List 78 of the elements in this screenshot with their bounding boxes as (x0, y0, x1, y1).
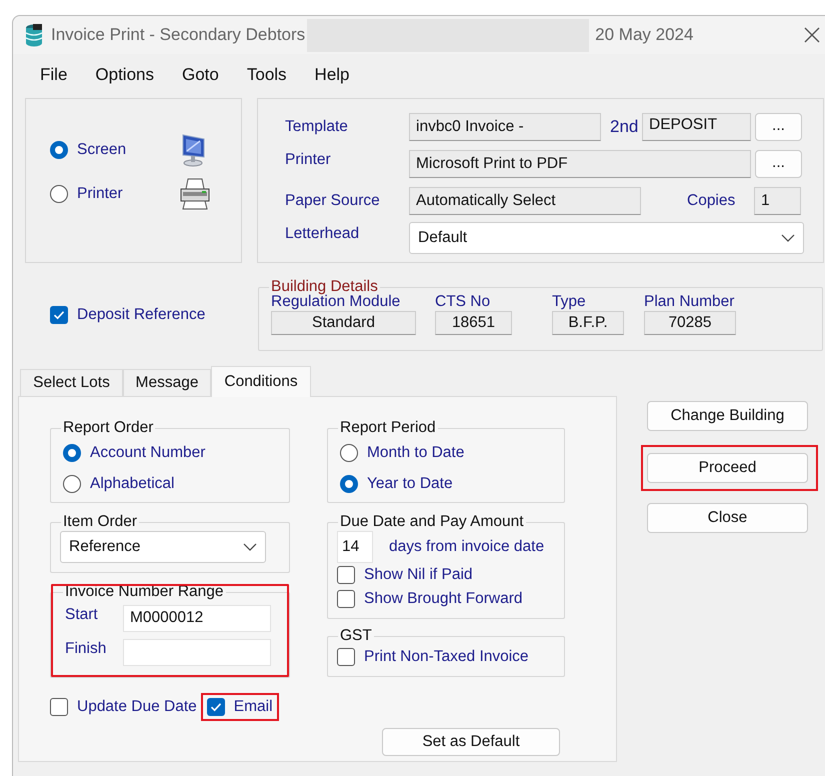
close-icon[interactable] (803, 26, 821, 44)
checkbox-label: Print Non-Taxed Invoice (364, 648, 529, 666)
check-icon (210, 702, 222, 712)
item-order-dropdown[interactable]: Reference (60, 531, 266, 563)
group-title: Invoice Number Range (65, 583, 224, 600)
printer-icon (178, 177, 212, 211)
field-label: Plan Number (644, 293, 736, 311)
dropdown-value: Default (418, 228, 468, 246)
field-label: Start (65, 606, 99, 624)
group-title: Report Order (63, 419, 154, 436)
field-label: Paper Source (285, 192, 381, 210)
browse-button[interactable]: ... (755, 112, 802, 140)
checkbox-label: Show Nil if Paid (364, 566, 473, 584)
action-button[interactable]: Close (647, 503, 808, 533)
value-field: B.F.P. (552, 311, 624, 335)
checkbox-label: Deposit Reference (77, 306, 206, 324)
radio-label: Year to Date (367, 474, 453, 492)
radio-button[interactable] (50, 185, 68, 203)
group-title: Item Order (63, 513, 138, 530)
menu-item[interactable]: Tools (238, 61, 295, 89)
menu-item[interactable]: Goto (174, 61, 227, 89)
radio-label: Account Number (90, 444, 206, 462)
window-date: 20 May 2024 (595, 25, 694, 45)
checkbox-label: Email (234, 698, 273, 716)
field-label: Letterhead (285, 224, 360, 242)
checkbox-label: Update Due Date (77, 698, 197, 716)
group-title: Building Details (271, 278, 378, 295)
window-title: Invoice Print - Secondary Debtors (51, 25, 306, 45)
group-title: Report Period (340, 419, 436, 436)
chevron-down-icon (243, 543, 257, 551)
menu-item[interactable]: File (32, 61, 76, 89)
field-label: Finish (65, 640, 108, 658)
field-label: 2nd (610, 116, 640, 136)
chevron-down-icon (781, 234, 795, 242)
field-label: Type (552, 293, 587, 311)
radio-button[interactable] (340, 444, 358, 462)
checkbox[interactable] (206, 698, 225, 716)
tab[interactable]: Message (123, 369, 211, 396)
checkbox[interactable] (50, 698, 68, 716)
menu-item[interactable]: Help (306, 61, 358, 89)
checkbox[interactable] (50, 306, 68, 324)
set-default-button[interactable]: Set as Default (382, 728, 560, 756)
checkbox-label: Show Brought Forward (364, 590, 523, 608)
field-label: CTS No (435, 293, 492, 311)
radio-label: Screen (77, 141, 126, 159)
value-field: 70285 (644, 311, 736, 335)
field-label: days from invoice date (389, 538, 544, 556)
menu-item[interactable]: Options (87, 61, 162, 89)
radio-label: Month to Date (367, 444, 464, 462)
radio-button[interactable] (63, 474, 81, 492)
check-icon (53, 310, 65, 320)
field-label: Template (285, 118, 349, 136)
radio-label: Alphabetical (90, 474, 174, 492)
letterhead-dropdown[interactable]: Default (409, 222, 804, 254)
radio-button[interactable] (50, 141, 68, 159)
tab[interactable]: Select Lots (20, 369, 123, 396)
dropdown-value: Reference (69, 538, 141, 556)
tab[interactable]: Conditions (211, 366, 311, 397)
action-button[interactable]: Change Building (647, 401, 808, 431)
field-label: Printer (285, 150, 332, 168)
group-title: Due Date and Pay Amount (340, 513, 524, 530)
group-title: GST (340, 627, 372, 644)
days-field[interactable]: 14 (337, 531, 373, 563)
value-field: Standard (271, 311, 416, 335)
start-field[interactable]: M0000012 (123, 604, 271, 632)
finish-field[interactable] (123, 638, 271, 666)
action-button[interactable]: Proceed (647, 453, 808, 483)
radio-label: Printer (77, 185, 123, 203)
app-icon (25, 23, 43, 47)
radio-button[interactable] (63, 444, 81, 462)
checkbox[interactable] (337, 590, 355, 608)
field-label: Copies (687, 192, 736, 210)
browse-button[interactable]: ... (755, 150, 802, 178)
value-field: 18651 (435, 311, 512, 335)
radio-button[interactable] (340, 474, 358, 492)
checkbox[interactable] (337, 648, 355, 666)
checkbox[interactable] (337, 566, 355, 584)
field-label: Regulation Module (271, 293, 402, 311)
